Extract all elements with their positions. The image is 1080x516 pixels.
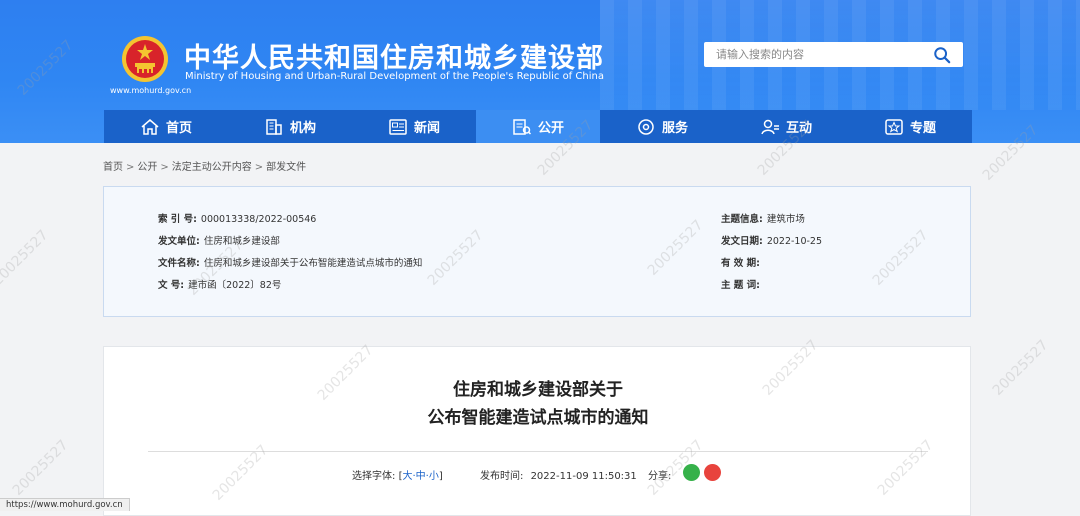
nav-label: 首页	[165, 121, 192, 136]
document-info-panel: 索 引 号: 000013338/2022-00546 发文单位: 住房和城乡建设部…	[103, 186, 971, 317]
info-value: 住房和城乡建设部关于公布智能建造试点城市的通知	[203, 258, 423, 269]
info-row-validity: 有 效 期:	[721, 255, 764, 269]
home-icon	[141, 118, 159, 135]
nav-label: 机构	[289, 121, 316, 136]
article-title-line1: 住房和城乡建设部关于	[453, 380, 623, 400]
breadcrumb-public[interactable]: 公开	[137, 162, 157, 173]
font-bracket-close: ]	[438, 471, 443, 482]
search-input[interactable]	[714, 47, 928, 62]
search-box	[704, 42, 963, 67]
breadcrumb: 首页 > 公开 > 法定主动公开内容 > 部发文件	[103, 158, 306, 173]
info-label: 发文单位:	[158, 236, 200, 247]
info-label: 文件名称:	[158, 258, 200, 269]
nav-label: 服务	[661, 121, 688, 136]
info-row-index: 索 引 号: 000013338/2022-00546	[158, 211, 316, 225]
info-row-docno: 文 号: 建市函〔2022〕82号	[158, 277, 281, 291]
public-icon	[513, 118, 532, 135]
info-label: 发文日期:	[721, 236, 763, 247]
nav-item-org[interactable]: 机构	[228, 110, 352, 143]
publish-time-value: 2022-11-09 11:50:31	[530, 471, 637, 482]
info-row-filename: 文件名称: 住房和城乡建设部关于公布智能建造试点城市的通知	[158, 255, 422, 269]
info-label: 索 引 号:	[158, 214, 197, 225]
search-icon[interactable]	[933, 46, 951, 64]
service-icon	[638, 118, 654, 135]
article-title-line2: 公布智能建造试点城市的通知	[427, 408, 649, 428]
font-size-selector: 选择字体: [大·中·小]	[352, 467, 443, 482]
info-value: 建筑市场	[766, 214, 805, 225]
nav-label: 互动	[785, 121, 812, 136]
article-card: 住房和城乡建设部关于 公布智能建造试点城市的通知 选择字体: [大·中·小] 发…	[103, 346, 971, 516]
wechat-share-icon[interactable]	[683, 464, 700, 481]
site-header: 中华人民共和国住房和城乡建设部 Ministry of Housing and …	[0, 0, 1080, 143]
building-icon	[266, 118, 282, 135]
nav-label: 专题	[909, 121, 936, 136]
browser-status-url: https://www.mohurd.gov.cn	[0, 498, 130, 511]
info-row-unit: 发文单位: 住房和城乡建设部	[158, 233, 280, 247]
nav-item-news[interactable]: 新闻	[352, 110, 476, 143]
breadcrumb-home[interactable]: 首页	[103, 162, 123, 173]
info-label: 有 效 期:	[721, 258, 760, 269]
info-value: 住房和城乡建设部	[203, 236, 280, 247]
info-value: 000013338/2022-00546	[200, 214, 317, 225]
nav-item-topic[interactable]: 专题	[848, 110, 972, 143]
info-row-keywords: 主 题 词:	[721, 277, 764, 291]
font-medium-option[interactable]: 中	[416, 471, 426, 482]
nav-label: 公开	[537, 121, 564, 136]
nav-label: 新闻	[413, 121, 440, 136]
info-label: 主 题 词:	[721, 280, 760, 291]
weibo-share-icon[interactable]	[704, 464, 721, 481]
site-subtitle: Ministry of Housing and Urban-Rural Deve…	[185, 71, 604, 82]
watermark: 20025527	[0, 227, 52, 289]
topic-icon	[885, 118, 903, 135]
breadcrumb-separator: >	[160, 162, 169, 173]
breadcrumb-ministry-documents[interactable]: 部发文件	[266, 162, 306, 173]
publish-time: 发布时间: 2022-11-09 11:50:31	[480, 467, 637, 482]
site-url: www.mohurd.gov.cn	[110, 86, 192, 95]
title-divider	[148, 451, 928, 452]
breadcrumb-separator: >	[126, 162, 135, 173]
nav-item-public[interactable]: 公开	[476, 110, 600, 143]
share-label: 分享:	[648, 471, 672, 482]
watermark: 20025527	[9, 437, 72, 499]
info-value: 建市函〔2022〕82号	[188, 280, 282, 291]
site-title[interactable]: 中华人民共和国住房和城乡建设部	[184, 36, 604, 75]
info-row-topic: 主题信息: 建筑市场	[721, 211, 805, 225]
nav-item-service[interactable]: 服务	[600, 110, 724, 143]
publish-time-label: 发布时间:	[480, 471, 524, 482]
breadcrumb-separator: >	[254, 162, 264, 173]
breadcrumb-legal-disclosure[interactable]: 法定主动公开内容	[172, 162, 252, 173]
interact-icon	[761, 119, 779, 134]
info-row-date: 发文日期: 2022-10-25	[721, 233, 822, 247]
info-label: 文 号:	[158, 280, 185, 291]
nav-item-home[interactable]: 首页	[104, 110, 228, 143]
main-nav: 首页 机构 新闻 公开 服务 互动 专题	[104, 110, 972, 143]
info-label: 主题信息:	[721, 214, 763, 225]
info-value: 2022-10-25	[766, 236, 823, 247]
font-large-option[interactable]: 大	[402, 471, 412, 482]
news-icon	[389, 118, 407, 135]
watermark: 20025527	[989, 337, 1052, 399]
font-size-label: 选择字体:	[352, 471, 396, 482]
font-small-option[interactable]: 小	[429, 471, 439, 482]
national-emblem-icon	[122, 36, 168, 82]
nav-item-interact[interactable]: 互动	[724, 110, 848, 143]
